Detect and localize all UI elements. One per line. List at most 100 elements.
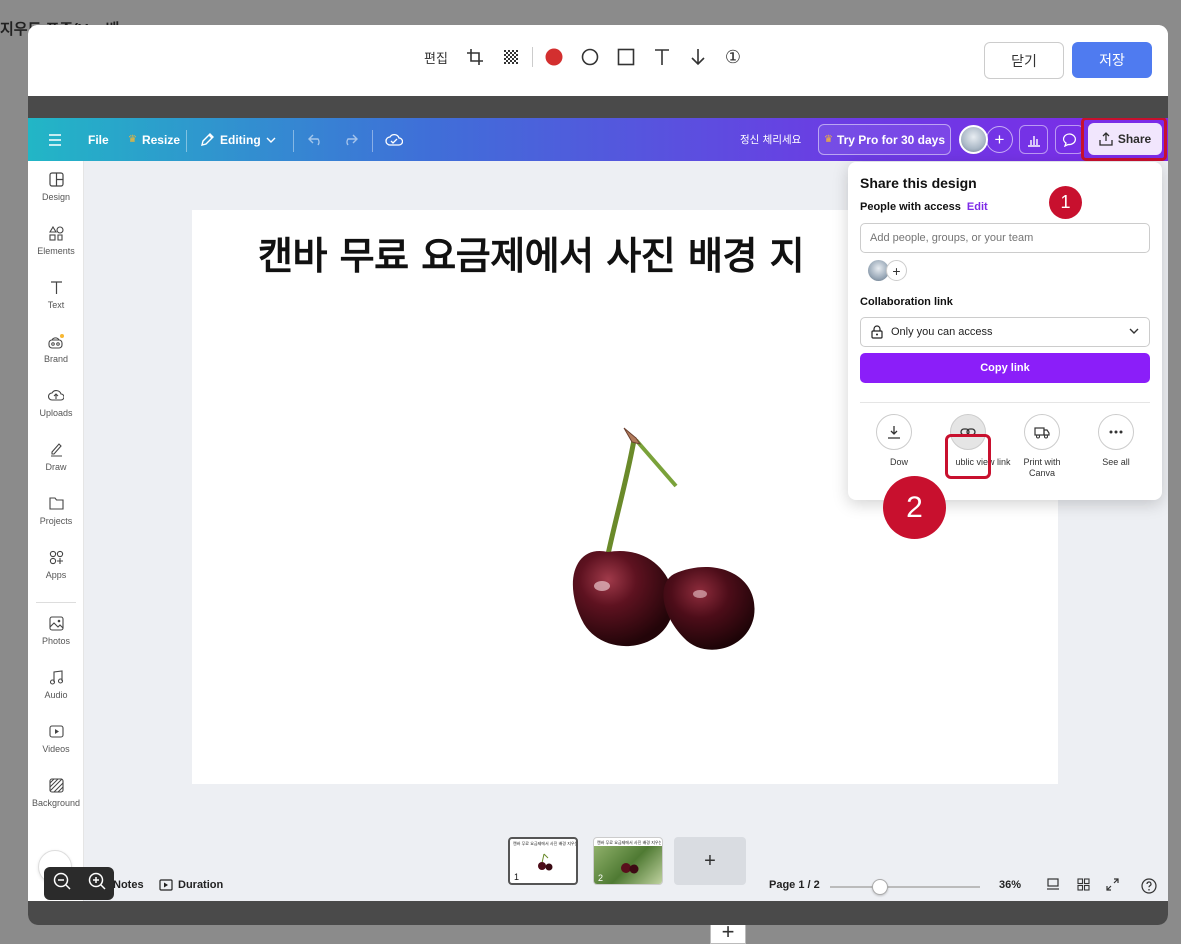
see-all-action[interactable]: See all [1078, 414, 1154, 468]
sidebar-item-photos[interactable]: Photos [28, 605, 84, 655]
edit-access-link[interactable]: Edit [967, 201, 988, 213]
edit-tool-label[interactable]: 편집 [424, 48, 448, 67]
sidebar-item-label: Projects [39, 516, 73, 526]
number-stamp-tool[interactable]: ① [725, 47, 741, 68]
sidebar-item-text[interactable]: Text [28, 269, 84, 319]
print-with-canva-label: Print with Canva [1023, 457, 1061, 478]
editing-mode-dropdown[interactable]: Editing [200, 118, 276, 161]
sidebar-item-elements[interactable]: Elements [28, 215, 84, 265]
lock-icon [871, 325, 883, 339]
try-pro-button[interactable]: ♛ Try Pro for 30 days [818, 124, 951, 155]
menu-icon[interactable] [48, 118, 62, 161]
sidebar-item-videos[interactable]: Videos [28, 713, 84, 763]
sidebar-item-draw[interactable]: Draw [28, 431, 84, 481]
apps-icon [47, 548, 65, 566]
cloud-saved-icon[interactable] [385, 118, 403, 161]
mosaic-icon[interactable] [502, 48, 520, 66]
pencil-icon [201, 133, 214, 146]
sidebar-item-label: Brand [43, 354, 69, 364]
share-panel-title: Share this design [860, 175, 977, 191]
sidebar-item-uploads[interactable]: Uploads [28, 377, 84, 427]
projects-icon [47, 494, 65, 512]
save-button[interactable]: 저장 [1072, 42, 1152, 78]
sidebar-item-label: Elements [37, 246, 75, 256]
crown-icon: ♛ [128, 134, 137, 145]
crop-icon[interactable] [466, 48, 484, 66]
page-thumbnail-2[interactable]: 캔바 무료 요금제에서 사진 배경 지우는 방 2 [593, 837, 663, 885]
play-icon [159, 879, 173, 891]
audio-icon [47, 668, 65, 686]
page-thumbnail-1[interactable]: 캔바 무료 요금제에서 사진 배경 지우는 방 1 [508, 837, 578, 885]
step-marker-1: 1 [1049, 186, 1082, 219]
arrow-down-icon[interactable] [689, 48, 707, 66]
print-with-canva-action[interactable]: Print with Canva [1004, 414, 1080, 479]
text-tool-icon[interactable] [653, 48, 671, 66]
editor-toolbar: 편집 ① 닫기 저장 [28, 25, 1168, 96]
resize-menu[interactable]: ♛ Resize [128, 118, 180, 161]
sidebar-item-design[interactable]: Design [28, 161, 84, 211]
editor-top-margin [28, 96, 1168, 118]
add-page-button[interactable]: + [674, 837, 746, 885]
access-level-dropdown[interactable]: Only you can access [860, 317, 1150, 347]
photos-icon [47, 614, 65, 632]
add-collaborator-button[interactable]: + [986, 126, 1013, 153]
zoom-controls [44, 867, 114, 900]
zoom-level[interactable]: 36% [999, 879, 1021, 891]
canva-topbar: File ♛ Resize Editing 정신 체리세요 ♛ Try Pro … [28, 118, 1168, 161]
comment-icon[interactable] [1055, 125, 1084, 154]
fullscreen-icon[interactable] [1106, 878, 1119, 894]
undo-icon[interactable] [308, 118, 324, 161]
circle-shape-icon[interactable] [581, 48, 599, 66]
copy-link-button[interactable]: Copy link [860, 353, 1150, 383]
download-icon [876, 414, 912, 450]
page-heading-text[interactable]: 캔바 무료 요금제에서 사진 배경 지 [258, 225, 805, 280]
design-icon [47, 170, 65, 188]
help-icon[interactable] [1141, 878, 1157, 897]
sidebar-item-background[interactable]: Background [28, 767, 84, 817]
design-title[interactable]: 정신 체리세요 [740, 118, 801, 161]
thumbnail-number: 1 [514, 872, 520, 882]
duration-button[interactable]: Duration [159, 879, 223, 891]
grid-view-icon[interactable] [1077, 878, 1090, 894]
sidebar-item-apps[interactable]: Apps [28, 539, 84, 589]
pages-view-icon[interactable] [1046, 878, 1060, 894]
thumbnail-title: 캔바 무료 요금제에서 사진 배경 지우는 방 [597, 840, 661, 845]
topbar-divider [372, 130, 373, 152]
background-icon [47, 776, 65, 794]
more-icon [1098, 414, 1134, 450]
sidebar-divider [36, 602, 76, 603]
access-level-value: Only you can access [891, 326, 993, 338]
try-pro-label: Try Pro for 30 days [836, 132, 945, 147]
zoom-out-icon[interactable] [53, 872, 71, 895]
file-menu[interactable]: File [88, 118, 109, 161]
close-button[interactable]: 닫기 [984, 42, 1064, 79]
chevron-down-icon [1129, 326, 1139, 337]
zoom-slider-track[interactable] [830, 886, 980, 888]
zoom-slider-handle[interactable] [872, 879, 888, 895]
cherry-image[interactable] [544, 424, 774, 664]
brand-icon [47, 332, 65, 350]
draw-icon [47, 440, 65, 458]
zoom-in-icon[interactable] [88, 872, 106, 895]
image-editor-modal: 편집 ① 닫기 저장 File ♛ Resize Editing 정신 체리세요… [28, 25, 1168, 925]
people-with-access-label: People with access [860, 201, 961, 213]
notes-button[interactable]: Notes [113, 879, 144, 891]
add-person-button[interactable]: + [886, 260, 907, 281]
sidebar-item-projects[interactable]: Projects [28, 485, 84, 535]
sidebar-item-brand[interactable]: Brand [28, 323, 84, 373]
editing-mode-label: Editing [220, 132, 261, 147]
page-indicator: Page 1 / 2 [769, 879, 820, 891]
sidebar-item-label: Audio [44, 690, 68, 700]
sidebar-item-audio[interactable]: Audio [28, 659, 84, 709]
pen-color-swatch[interactable] [545, 48, 563, 66]
add-people-input[interactable] [860, 223, 1150, 253]
sidebar-item-label: Draw [45, 462, 67, 472]
redo-icon[interactable] [342, 118, 358, 161]
rectangle-shape-icon[interactable] [617, 48, 635, 66]
insights-icon[interactable] [1019, 125, 1048, 154]
notes-label: Notes [113, 879, 144, 891]
share-button[interactable]: Share [1088, 123, 1162, 155]
user-avatar[interactable] [959, 125, 988, 154]
videos-icon [47, 722, 65, 740]
download-action[interactable]: Dow [856, 414, 932, 468]
